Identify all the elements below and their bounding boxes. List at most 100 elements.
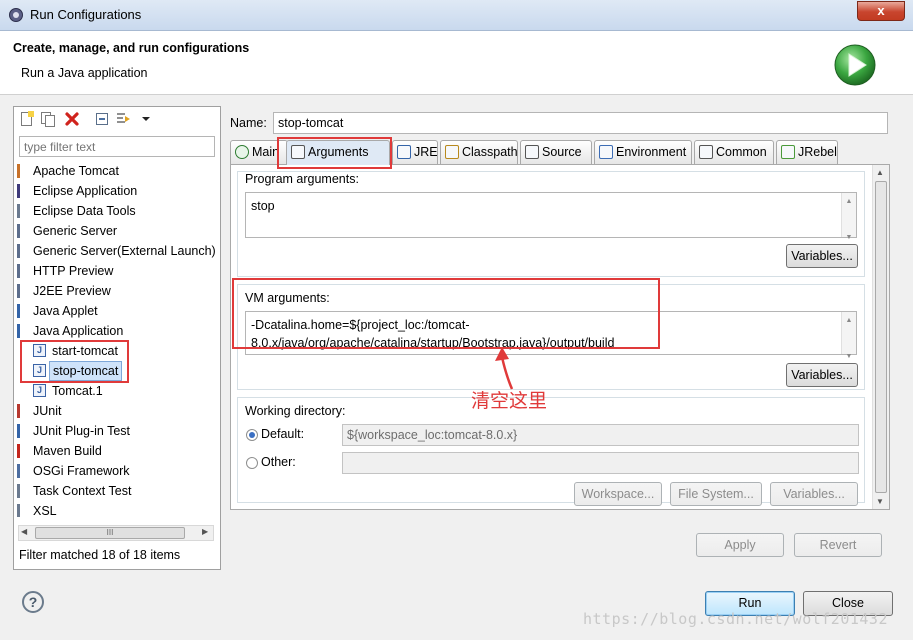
name-field[interactable]: stop-tomcat: [273, 112, 888, 134]
filter-status: Filter matched 18 of 18 items: [19, 548, 181, 562]
tree-item-label: Generic Server(External Launch): [33, 244, 216, 258]
tree-item-label: Apache Tomcat: [33, 164, 119, 178]
server-icon: [17, 244, 20, 258]
window-close-button[interactable]: x: [857, 1, 905, 21]
server-icon: [17, 264, 20, 278]
vm-arguments-highlight: [232, 278, 660, 349]
program-arguments-input[interactable]: stop ▲ ▼: [245, 192, 857, 241]
run-icon: [834, 44, 876, 86]
working-directory-variables-button[interactable]: Variables...: [770, 482, 858, 506]
scrollbar-thumb[interactable]: III: [35, 527, 185, 539]
revert-button[interactable]: Revert: [794, 533, 882, 557]
other-directory-field[interactable]: [342, 452, 859, 474]
vm-arguments-variables-button[interactable]: Variables...: [786, 363, 858, 387]
title-bar: Run Configurations x: [0, 0, 913, 31]
filter-input[interactable]: [19, 136, 215, 157]
default-directory-field[interactable]: ${workspace_loc:tomcat-8.0.x}: [342, 424, 859, 446]
dialog-header: Create, manage, and run configurations R…: [0, 31, 913, 95]
scroll-left-icon[interactable]: ◀: [21, 527, 27, 536]
junit-plugin-icon: [17, 424, 20, 438]
tree-item-label: JUnit: [33, 404, 62, 418]
tab-label: JRebel: [798, 145, 837, 159]
datatools-icon: [17, 204, 20, 218]
tab-label: Arguments: [308, 145, 369, 159]
common-tab-icon: [699, 145, 713, 159]
program-arguments-label: Program arguments:: [245, 172, 359, 186]
java-file-icon: J: [33, 384, 46, 397]
tree-item-label: Task Context Test: [33, 484, 132, 498]
configuration-list-panel: Apache Tomcat Eclipse Application Eclipse …: [13, 106, 221, 570]
workspace-button[interactable]: Workspace...: [574, 482, 662, 506]
tree-item-label: JUnit Plug-in Test: [33, 424, 131, 438]
tab-jre[interactable]: JRE: [392, 140, 438, 164]
scroll-up-icon[interactable]: ▲: [876, 168, 884, 177]
classpath-tab-icon: [445, 145, 459, 159]
working-directory-group: Working directory: Default: ${workspace_…: [237, 397, 865, 506]
watermark: https://blog.csdn.net/wolf201432: [583, 610, 888, 628]
tree-item-label: Java Applet: [33, 304, 98, 318]
duplicate-config-icon[interactable]: [40, 111, 56, 127]
eclipse-icon: [17, 184, 20, 198]
filter-config-icon[interactable]: [115, 111, 131, 127]
junit-icon: [17, 404, 20, 418]
tree-item-label: OSGi Framework: [33, 464, 130, 478]
tab-label: Common: [716, 145, 767, 159]
jrebel-tab-icon: [781, 145, 795, 159]
tab-label: Classpath: [462, 145, 518, 159]
scroll-down-icon[interactable]: ▼: [876, 497, 884, 506]
tree-item-label: Generic Server: [33, 224, 118, 238]
program-args-scrollbar[interactable]: ▲ ▼: [841, 193, 856, 241]
file-system-button[interactable]: File System...: [670, 482, 762, 506]
tree-item-label: Maven Build: [33, 444, 102, 458]
new-config-icon[interactable]: [19, 111, 35, 127]
header-title: Create, manage, and run configurations: [13, 41, 250, 55]
vm-args-scrollbar[interactable]: ▲ ▼: [841, 312, 856, 360]
scroll-right-icon[interactable]: ▶: [202, 527, 208, 536]
apply-button[interactable]: Apply: [696, 533, 784, 557]
collapse-all-icon[interactable]: [94, 111, 110, 127]
tab-label: JRE: [414, 145, 438, 159]
tab-source[interactable]: Source: [520, 140, 592, 164]
tree-selection-highlight: [20, 340, 129, 383]
xsl-icon: [17, 504, 20, 517]
vertical-scrollbar[interactable]: ▲ ▼: [872, 165, 889, 509]
tab-common[interactable]: Common: [694, 140, 774, 164]
configuration-toolbar: [14, 107, 220, 132]
tab-environment[interactable]: Environment: [594, 140, 692, 164]
jre-tab-icon: [397, 145, 411, 159]
tree-item-label: Tomcat.1: [52, 384, 103, 398]
program-arguments-variables-button[interactable]: Variables...: [786, 244, 858, 268]
source-tab-icon: [525, 145, 539, 159]
chevron-down-icon[interactable]: [138, 111, 154, 127]
scrollbar-thumb[interactable]: [875, 181, 887, 493]
default-radio[interactable]: [246, 429, 258, 441]
tab-arguments[interactable]: Arguments: [286, 140, 390, 165]
tab-jrebel[interactable]: JRebel: [776, 140, 838, 164]
app-icon: [9, 8, 23, 22]
osgi-icon: [17, 464, 20, 478]
task-icon: [17, 484, 20, 498]
arguments-tab-icon: [291, 145, 305, 159]
tab-label: Environment: [616, 145, 687, 159]
tree-item-label: Eclipse Data Tools: [33, 204, 136, 218]
delete-config-icon[interactable]: [64, 111, 80, 127]
maven-icon: [17, 444, 20, 458]
server-icon: [17, 224, 20, 238]
tree-item-label: Eclipse Application: [33, 184, 138, 198]
other-label: Other:: [261, 455, 296, 469]
annotation-arrow-icon: [495, 347, 514, 390]
annotation-text: 清空这里: [471, 390, 548, 412]
help-icon[interactable]: ?: [22, 591, 44, 613]
main-tab-icon: [235, 145, 249, 159]
horizontal-scrollbar[interactable]: ◀ III ▶: [18, 525, 214, 541]
tab-classpath[interactable]: Classpath: [440, 140, 518, 164]
tomcat-icon: [17, 164, 20, 178]
server-icon: [17, 284, 20, 298]
other-radio[interactable]: [246, 457, 258, 469]
working-directory-label: Working directory:: [245, 404, 346, 418]
header-subtitle: Run a Java application: [21, 66, 148, 80]
program-arguments-group: Program arguments: stop ▲ ▼ Variables...: [237, 171, 865, 277]
environment-tab-icon: [599, 145, 613, 159]
applet-icon: [17, 304, 20, 318]
tree-item-label: J2EE Preview: [33, 284, 111, 298]
